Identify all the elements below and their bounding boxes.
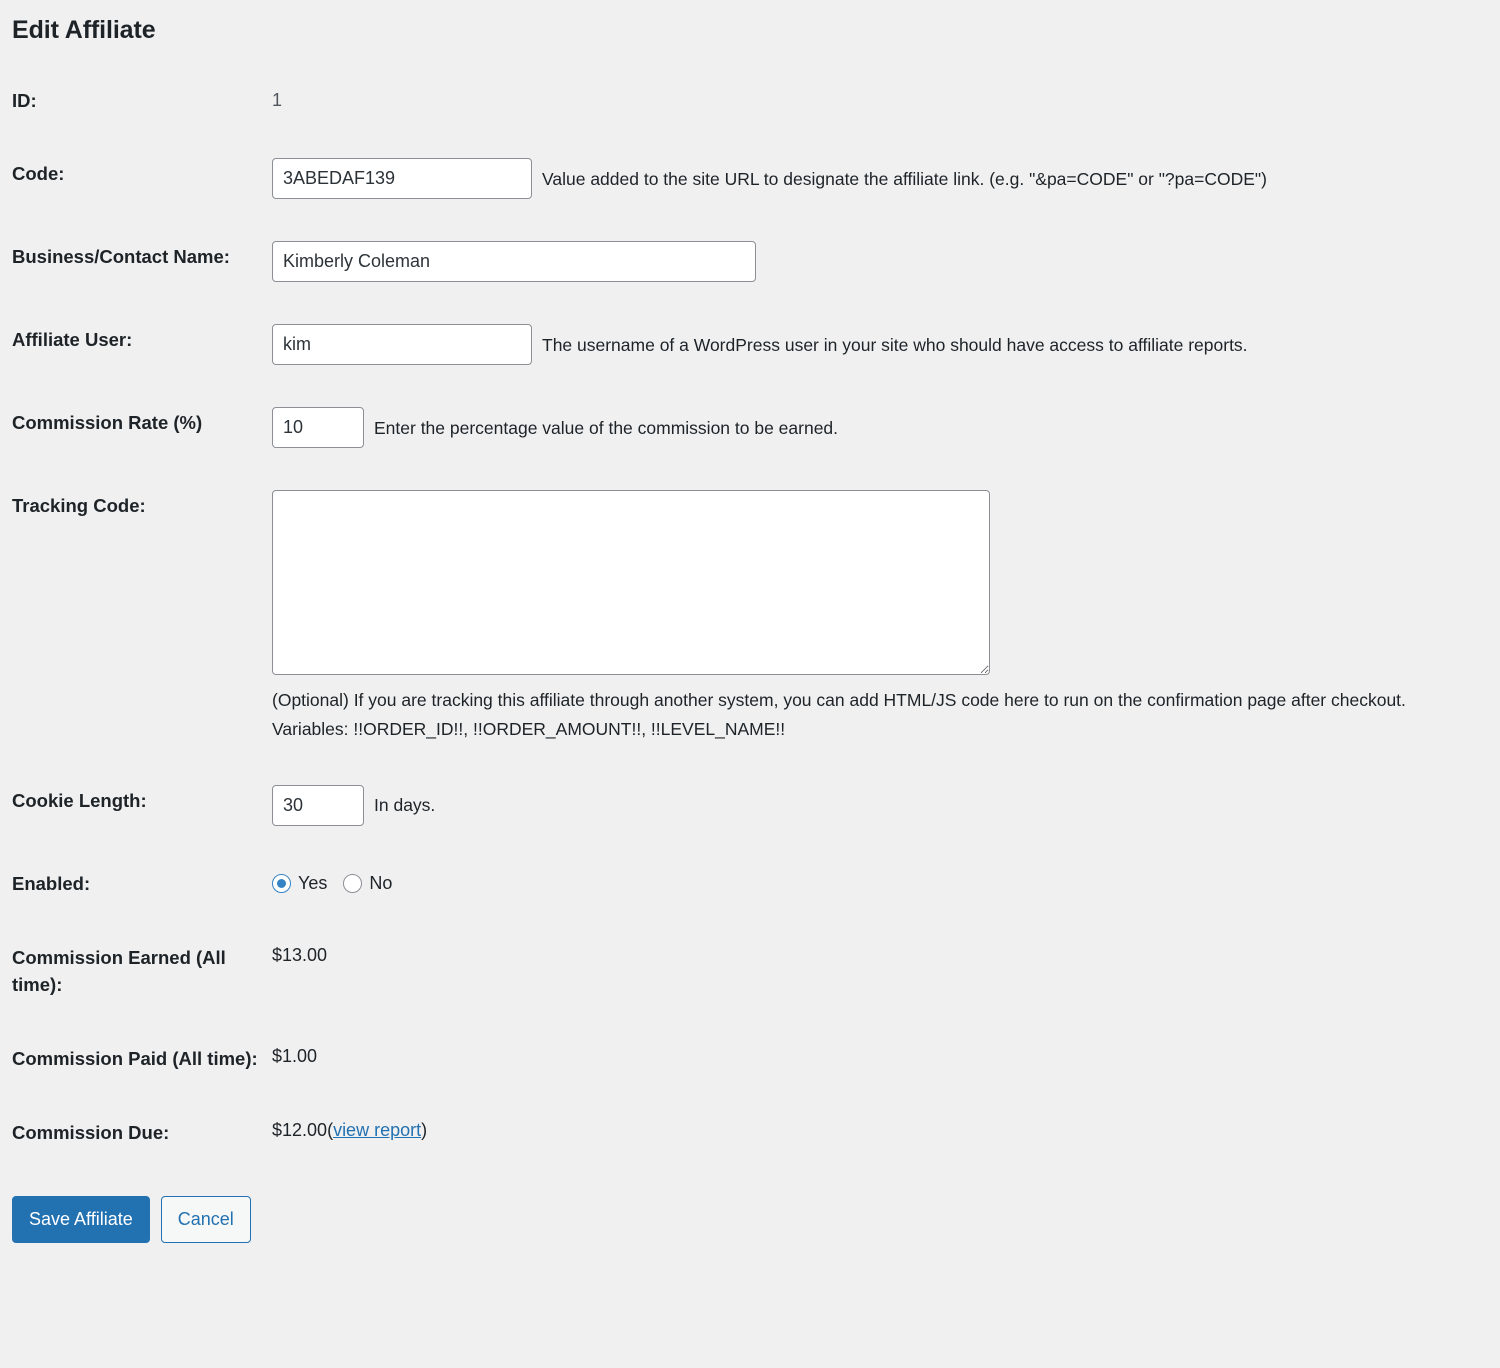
form-row-tracking-code: Tracking Code: (Optional) If you are tra… bbox=[12, 469, 1488, 764]
save-affiliate-button[interactable]: Save Affiliate bbox=[12, 1196, 150, 1243]
cell-code: Value added to the site URL to designate… bbox=[272, 137, 1488, 220]
form-row-commission-due: Commission Due: $12.00(view report) bbox=[12, 1096, 1488, 1170]
cookie-length-field-line: In days. bbox=[272, 785, 1488, 826]
commission-paid-value: $1.00 bbox=[272, 1046, 317, 1066]
commission-rate-input[interactable] bbox=[272, 407, 364, 448]
cell-commission-rate: Enter the percentage value of the commis… bbox=[272, 386, 1488, 469]
cell-affiliate-user: The username of a WordPress user in your… bbox=[272, 303, 1488, 386]
form-row-id: ID: 1 bbox=[12, 69, 1488, 138]
enabled-radio-no-label: No bbox=[369, 870, 392, 897]
label-cookie-length: Cookie Length: bbox=[12, 764, 272, 847]
label-code: Code: bbox=[12, 137, 272, 220]
enabled-radio-yes-label: Yes bbox=[298, 870, 327, 897]
page-title: Edit Affiliate bbox=[12, 0, 1488, 47]
form-row-commission-rate: Commission Rate (%) Enter the percentage… bbox=[12, 386, 1488, 469]
affiliate-id-value: 1 bbox=[272, 90, 282, 110]
cell-business-name bbox=[272, 220, 1488, 303]
cookie-length-input[interactable] bbox=[272, 785, 364, 826]
form-actions: Save Affiliate Cancel bbox=[12, 1196, 1488, 1259]
form-row-business-name: Business/Contact Name: bbox=[12, 220, 1488, 303]
tracking-code-description: (Optional) If you are tracking this affi… bbox=[272, 686, 1412, 743]
cookie-length-description: In days. bbox=[374, 792, 435, 818]
radio-selected-icon[interactable] bbox=[272, 874, 291, 893]
code-field-line: Value added to the site URL to designate… bbox=[272, 158, 1488, 199]
enabled-radio-no[interactable]: No bbox=[343, 870, 392, 897]
cancel-button[interactable]: Cancel bbox=[161, 1196, 251, 1243]
cell-enabled: Yes No bbox=[272, 847, 1488, 921]
affiliate-user-input[interactable] bbox=[272, 324, 532, 365]
commission-rate-description: Enter the percentage value of the commis… bbox=[374, 415, 838, 441]
cell-id: 1 bbox=[272, 69, 1488, 138]
affiliate-user-description: The username of a WordPress user in your… bbox=[542, 332, 1248, 358]
view-report-link[interactable]: view report bbox=[333, 1120, 421, 1140]
affiliate-form-table: ID: 1 Code: Value added to the site URL … bbox=[12, 69, 1488, 1170]
label-commission-earned: Commission Earned (All time): bbox=[12, 921, 272, 1023]
label-enabled: Enabled: bbox=[12, 847, 272, 921]
cell-commission-earned: $13.00 bbox=[272, 921, 1488, 1023]
label-commission-due: Commission Due: bbox=[12, 1096, 272, 1170]
tracking-code-textarea[interactable] bbox=[272, 490, 990, 675]
form-row-commission-paid: Commission Paid (All time): $1.00 bbox=[12, 1022, 1488, 1096]
form-row-commission-earned: Commission Earned (All time): $13.00 bbox=[12, 921, 1488, 1023]
label-affiliate-user: Affiliate User: bbox=[12, 303, 272, 386]
commission-due-paren-close: ) bbox=[421, 1120, 427, 1140]
cell-cookie-length: In days. bbox=[272, 764, 1488, 847]
label-id: ID: bbox=[12, 69, 272, 138]
edit-affiliate-page: Edit Affiliate ID: 1 Code: Value added t… bbox=[0, 0, 1500, 1368]
label-commission-paid: Commission Paid (All time): bbox=[12, 1022, 272, 1096]
enabled-radio-group: Yes No bbox=[272, 868, 1488, 897]
form-row-affiliate-user: Affiliate User: The username of a WordPr… bbox=[12, 303, 1488, 386]
commission-rate-field-line: Enter the percentage value of the commis… bbox=[272, 407, 1488, 448]
code-input[interactable] bbox=[272, 158, 532, 199]
label-business-name: Business/Contact Name: bbox=[12, 220, 272, 303]
commission-earned-value: $13.00 bbox=[272, 945, 327, 965]
form-row-enabled: Enabled: Yes No bbox=[12, 847, 1488, 921]
form-row-code: Code: Value added to the site URL to des… bbox=[12, 137, 1488, 220]
cell-commission-paid: $1.00 bbox=[272, 1022, 1488, 1096]
cell-tracking-code: (Optional) If you are tracking this affi… bbox=[272, 469, 1488, 764]
affiliate-user-field-line: The username of a WordPress user in your… bbox=[272, 324, 1488, 365]
label-tracking-code: Tracking Code: bbox=[12, 469, 272, 764]
commission-due-value: $12.00 bbox=[272, 1120, 327, 1140]
business-name-field-line bbox=[272, 241, 1488, 282]
cell-commission-due: $12.00(view report) bbox=[272, 1096, 1488, 1170]
code-description: Value added to the site URL to designate… bbox=[542, 166, 1267, 192]
form-row-cookie-length: Cookie Length: In days. bbox=[12, 764, 1488, 847]
radio-unselected-icon[interactable] bbox=[343, 874, 362, 893]
business-name-input[interactable] bbox=[272, 241, 756, 282]
enabled-radio-yes[interactable]: Yes bbox=[272, 870, 327, 897]
label-commission-rate: Commission Rate (%) bbox=[12, 386, 272, 469]
